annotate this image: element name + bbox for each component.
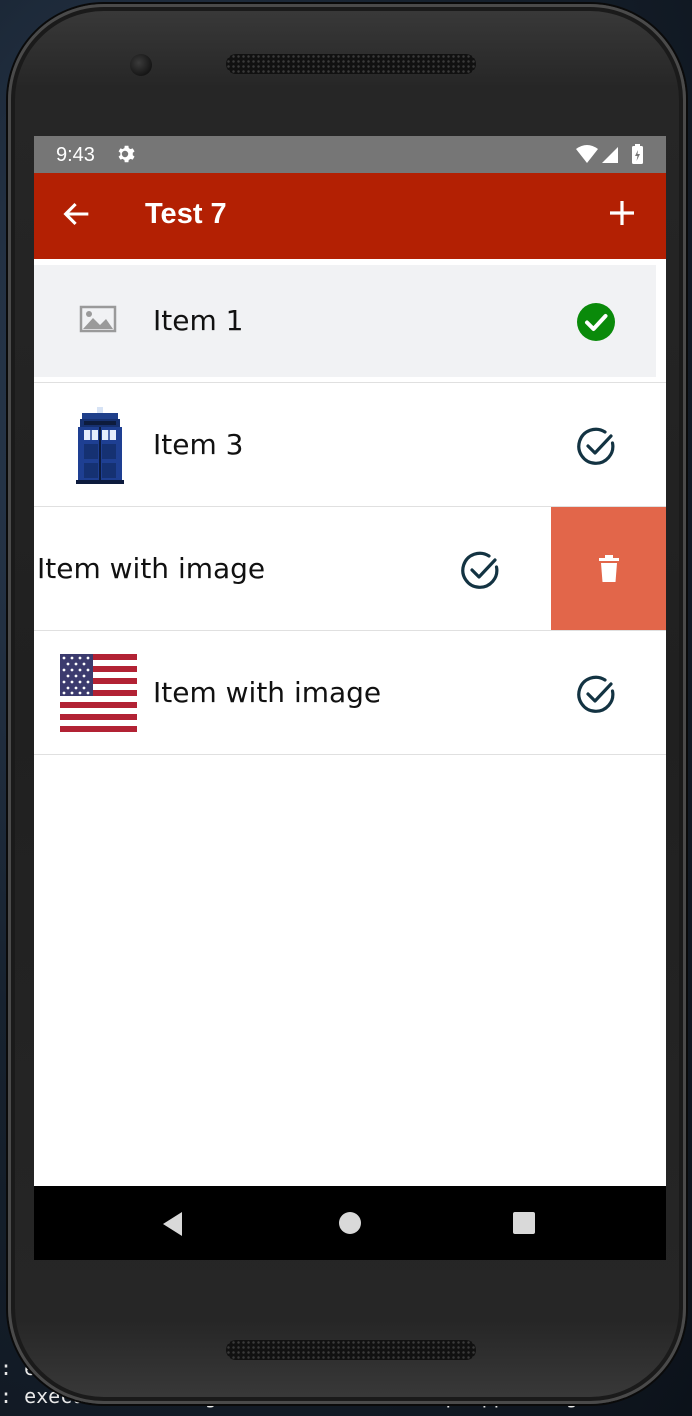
police-box-image xyxy=(60,405,140,485)
list-item[interactable]: Item with image xyxy=(34,631,666,755)
item-list: Item 1 Item 3 Item with image Item with … xyxy=(34,259,666,755)
plus-icon[interactable] xyxy=(606,197,638,233)
wifi-icon xyxy=(576,145,598,163)
check-circle-outline-icon[interactable] xyxy=(576,674,616,718)
item-label: Item with image xyxy=(153,676,382,709)
check-circle-filled-icon[interactable] xyxy=(576,302,616,346)
navigation-bar xyxy=(34,1186,666,1260)
delete-button[interactable] xyxy=(551,507,666,630)
list-item[interactable]: Item 3 xyxy=(34,383,666,507)
item-label: Item 3 xyxy=(153,428,244,461)
gear-icon xyxy=(114,143,136,171)
app-bar: Test 7 xyxy=(34,173,666,259)
image-placeholder-icon xyxy=(60,281,140,361)
check-circle-outline-icon[interactable] xyxy=(460,550,500,594)
nav-back-icon[interactable] xyxy=(160,1211,186,1241)
nav-recents-icon[interactable] xyxy=(512,1211,536,1239)
arrow-left-icon[interactable] xyxy=(60,197,94,235)
bottom-speaker xyxy=(226,1340,476,1360)
status-time: 9:43 xyxy=(56,144,95,166)
signal-icon xyxy=(602,147,618,163)
item-label: Item with image xyxy=(37,552,266,585)
app-screen: 9:43 Test 7 Item 1 Item 3 Item with imag… xyxy=(34,136,666,1260)
check-circle-outline-icon[interactable] xyxy=(576,426,616,470)
list-item[interactable]: Item 1 xyxy=(34,259,666,383)
top-speaker xyxy=(226,54,476,74)
item-label: Item 1 xyxy=(153,304,244,337)
status-bar: 9:43 xyxy=(34,136,666,173)
us-flag-image xyxy=(60,653,140,733)
trash-icon xyxy=(599,555,619,582)
nav-home-icon[interactable] xyxy=(338,1211,362,1239)
page-title: Test 7 xyxy=(145,198,227,230)
system-icons xyxy=(574,144,646,172)
front-camera xyxy=(130,54,152,76)
list-item[interactable]: Item with image xyxy=(34,507,666,631)
